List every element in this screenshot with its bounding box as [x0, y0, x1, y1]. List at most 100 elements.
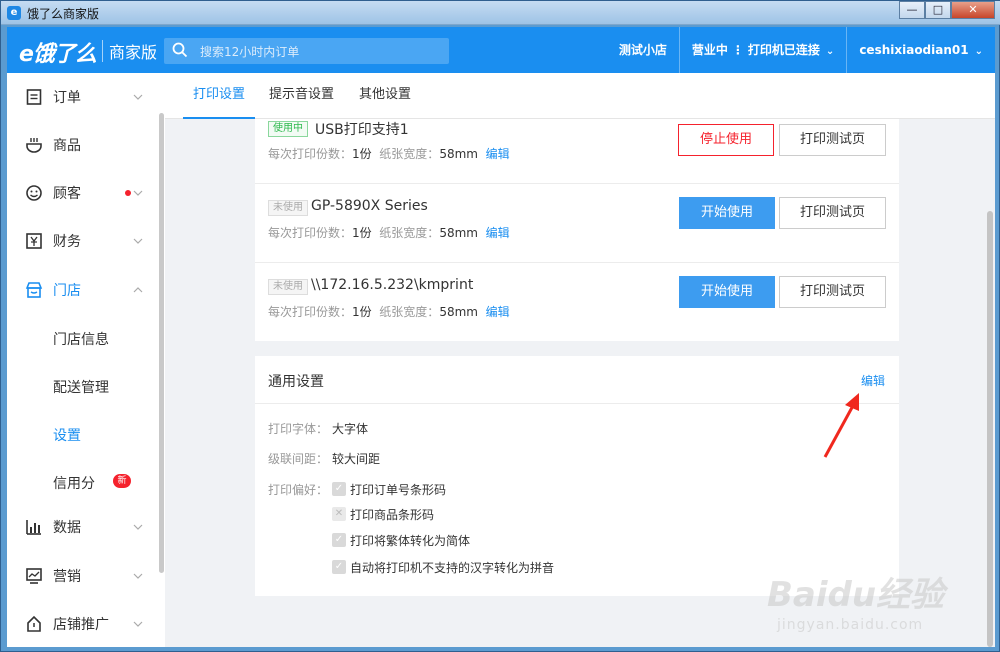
printer-row: 未使用 \\172.16.5.232\kmprint 每次打印份数：1份 纸张宽… — [255, 263, 899, 342]
edit-printer-link[interactable]: 编辑 — [486, 226, 510, 240]
print-test-page-button[interactable]: 打印测试页 — [779, 124, 886, 156]
chevron-down-icon — [133, 621, 143, 627]
sidebar-item-goods[interactable]: 商品 — [7, 121, 157, 169]
sidebar-item-promotion[interactable]: 店铺推广 — [7, 600, 157, 647]
status-badge: 未使用 — [268, 200, 308, 216]
edit-general-settings-link[interactable]: 编辑 — [861, 372, 885, 389]
checkbox-checked-icon[interactable]: ✓ — [332, 533, 346, 547]
sidebar-subitem-label: 信用分 — [53, 476, 95, 492]
preference-label: 打印订单号条形码 — [350, 483, 447, 497]
status-separator: ⋮ — [731, 43, 744, 57]
sidebar-item-data[interactable]: 数据 — [7, 503, 157, 551]
sidebar-item-store[interactable]: 门店 — [7, 266, 157, 314]
general-settings-card: 通用设置 编辑 打印字体： 大字体 级联间距： 较大间距 打印偏好： ✓ 打印订单号… — [255, 356, 899, 596]
paper-width-value: 58mm — [439, 147, 478, 161]
print-test-page-button[interactable]: 打印测试页 — [779, 197, 886, 229]
sidebar-subitem-label: 门店信息 — [53, 332, 109, 348]
settings-tabs: 打印设置 提示音设置 其他设置 — [165, 73, 995, 119]
username: ceshixiaodian01 — [859, 43, 969, 57]
paper-width-label: 纸张宽度： — [379, 305, 440, 319]
printer-name: USB打印支持1 — [315, 122, 409, 138]
print-font-field: 打印字体： 大字体 — [268, 420, 368, 437]
printer-name: \\172.16.5.232\kmprint — [311, 277, 474, 293]
scrollbar-thumb[interactable] — [987, 211, 993, 647]
sidebar-subitem-store-info[interactable]: 门店信息 — [7, 314, 157, 362]
preference-label: 打印将繁体转化为简体 — [350, 534, 471, 548]
sidebar-item-label: 数据 — [53, 520, 81, 536]
field-value: 较大间距 — [332, 452, 381, 466]
cascade-spacing-field: 级联间距： 较大间距 — [268, 450, 380, 467]
chevron-down-icon — [133, 190, 143, 196]
checkbox-checked-icon[interactable]: ✓ — [332, 560, 346, 574]
sidebar-item-label: 商品 — [53, 138, 81, 154]
edit-printer-link[interactable]: 编辑 — [486, 305, 510, 319]
checkbox-checked-icon[interactable]: ✓ — [332, 482, 346, 496]
sidebar-item-customers[interactable]: 顾客 — [7, 169, 157, 217]
watermark-brand: Baidu经验 — [767, 575, 945, 615]
sidebar-item-marketing[interactable]: 营销 — [7, 552, 157, 600]
paper-width-value: 58mm — [439, 226, 478, 240]
sidebar-subitem-settings[interactable]: 设置 — [7, 410, 157, 458]
search-placeholder: 搜索12小时内订单 — [200, 45, 300, 59]
bar-chart-icon — [26, 520, 41, 535]
field-value: 大字体 — [332, 422, 369, 436]
maximize-button[interactable]: □ — [925, 1, 951, 19]
chevron-down-icon: ⌄ — [825, 46, 835, 57]
print-test-page-button[interactable]: 打印测试页 — [779, 276, 886, 308]
copies-value: 1份 — [352, 305, 372, 319]
printer-list: 使用中 USB打印支持1 每次打印份数：1份 纸张宽度：58mm 编辑 停止使用… — [255, 119, 899, 341]
sidebar-scrollbar[interactable] — [159, 113, 164, 573]
new-badge: 新 — [113, 474, 131, 488]
baidu-watermark: Baidu经验 jingyan.baidu.com — [767, 567, 967, 647]
sidebar-item-label: 订单 — [53, 90, 81, 106]
preference-label: 打印商品条形码 — [350, 508, 435, 522]
checkbox-unchecked-icon[interactable]: ✕ — [332, 507, 346, 521]
sidebar-item-finance[interactable]: 财务 — [7, 217, 157, 265]
order-search[interactable]: 搜索12小时内订单 — [164, 38, 449, 64]
window-title: 饿了么商家版 — [27, 7, 100, 21]
chevron-down-icon — [133, 238, 143, 244]
start-using-button[interactable]: 开始使用 — [679, 197, 775, 229]
stop-using-button[interactable]: 停止使用 — [678, 124, 774, 156]
tab-sound-settings[interactable]: 提示音设置 — [269, 73, 334, 119]
copies-value: 1份 — [352, 147, 372, 161]
close-button[interactable]: ✕ — [951, 1, 995, 19]
window-controls: — □ ✕ — [899, 1, 995, 19]
app-window: e 饿了么商家版 — □ ✕ e饿了么 商家版 搜索12小时内订单 测试小店 营… — [0, 0, 1000, 652]
user-menu[interactable]: ceshixiaodian01 ⌄ — [846, 27, 995, 73]
store-icon — [25, 282, 43, 298]
chevron-down-icon — [133, 524, 143, 530]
sidebar-item-orders[interactable]: 订单 — [7, 73, 157, 121]
brand-logo[interactable]: e饿了么 — [19, 36, 97, 68]
sidebar-subitem-credit[interactable]: 信用分 新 — [7, 458, 157, 506]
watermark-url: jingyan.baidu.com — [777, 617, 924, 633]
shop-name[interactable]: 测试小店 — [607, 27, 679, 73]
copies-label: 每次打印份数： — [268, 305, 353, 319]
status-badge: 使用中 — [268, 121, 308, 137]
copies-label: 每次打印份数： — [268, 147, 353, 161]
promote-icon — [27, 615, 41, 632]
sidebar-item-label: 店铺推广 — [53, 617, 109, 633]
window-titlebar[interactable]: e 饿了么商家版 — □ ✕ — [1, 1, 1000, 25]
sidebar-subitem-label: 设置 — [53, 428, 81, 444]
field-label: 级联间距： — [268, 452, 329, 466]
minimize-button[interactable]: — — [899, 1, 925, 19]
edit-printer-link[interactable]: 编辑 — [486, 147, 510, 161]
tab-other-settings[interactable]: 其他设置 — [359, 73, 411, 119]
copies-label: 每次打印份数： — [268, 226, 353, 240]
order-icon — [26, 89, 42, 105]
sidebar: 订单 商品 顾客 财务 门店 门店信息 配送管理 设置 信用分 新 数据 营销 … — [7, 73, 165, 647]
logo-divider — [102, 40, 103, 62]
start-using-button[interactable]: 开始使用 — [679, 276, 775, 308]
printer-row: 使用中 USB打印支持1 每次打印份数：1份 纸张宽度：58mm 编辑 停止使用… — [255, 119, 899, 184]
content-scrollbar[interactable] — [985, 211, 995, 647]
shop-status[interactable]: 营业中 ⋮ 打印机已连接 ⌄ — [678, 27, 846, 73]
field-label: 打印字体： — [268, 422, 329, 436]
section-title: 通用设置 — [268, 374, 324, 390]
goods-icon — [26, 138, 42, 153]
sidebar-subitem-label: 配送管理 — [53, 380, 109, 396]
top-bar-right: 测试小店 营业中 ⋮ 打印机已连接 ⌄ ceshixiaodian01 ⌄ — [607, 27, 995, 73]
sidebar-subitem-delivery[interactable]: 配送管理 — [7, 362, 157, 410]
tab-print-settings[interactable]: 打印设置 — [183, 73, 256, 119]
yuan-icon — [26, 233, 42, 249]
